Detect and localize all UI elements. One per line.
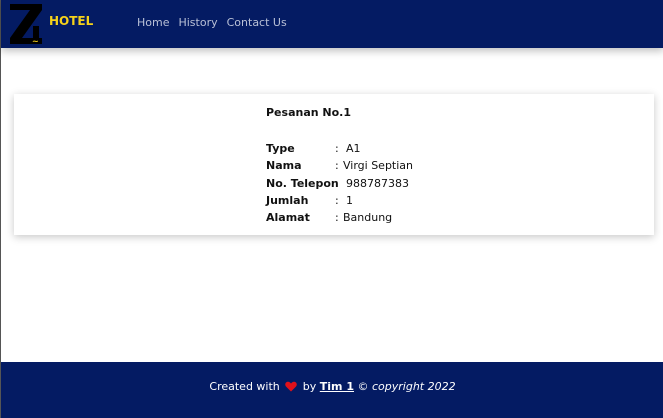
detail-row-alamat: Alamat : Bandung xyxy=(266,209,413,226)
nav-link-contact-us[interactable]: Contact Us xyxy=(227,16,287,29)
heart-icon xyxy=(285,381,298,392)
detail-label: Nama xyxy=(266,159,302,173)
brand-name[interactable]: HOTEL xyxy=(49,14,93,28)
detail-value: 1 xyxy=(346,194,353,208)
detail-value: 988787383 xyxy=(346,176,409,190)
navbar: ~ HOTEL Home History Contact Us xyxy=(1,0,663,48)
order-title: Pesanan No.1 xyxy=(266,106,352,119)
detail-label: Jumlah xyxy=(266,194,309,208)
team-link[interactable]: Tim 1 xyxy=(320,380,354,393)
detail-value: Virgi Septian xyxy=(343,159,414,173)
detail-row-nama: Nama : Virgi Septian xyxy=(266,157,413,174)
nav-link-home[interactable]: Home xyxy=(137,16,169,29)
order-details: Type : A1 Nama : Virgi Septian No. Telep… xyxy=(266,140,413,226)
detail-value: Bandung xyxy=(343,211,393,225)
detail-value: A1 xyxy=(346,142,361,156)
svg-text:~: ~ xyxy=(32,37,39,44)
detail-row-jumlah: Jumlah : 1 xyxy=(266,192,413,209)
detail-colon: : xyxy=(335,176,339,190)
hotel-logo-icon[interactable]: ~ xyxy=(9,2,43,44)
detail-label: No. Telepon xyxy=(266,176,339,190)
footer-by: by xyxy=(302,380,317,393)
detail-colon: : xyxy=(335,211,339,225)
detail-label: Alamat xyxy=(266,211,310,225)
detail-row-telepon: No. Telepon : 988787383 xyxy=(266,175,413,192)
detail-row-type: Type : A1 xyxy=(266,140,413,157)
detail-colon: : xyxy=(335,142,339,156)
detail-colon: : xyxy=(335,194,339,208)
footer-copyright: © copyright 2022 xyxy=(357,380,456,393)
footer: Created with by Tim 1 © copyright 2022 xyxy=(1,362,663,418)
nav-links: Home History Contact Us xyxy=(137,16,287,29)
footer-credit: Created with by Tim 1 © copyright 2022 xyxy=(1,380,663,393)
nav-link-history[interactable]: History xyxy=(178,16,217,29)
order-card: Pesanan No.1 Type : A1 Nama : Virgi Sept… xyxy=(14,94,654,235)
detail-label: Type xyxy=(266,142,295,156)
detail-colon: : xyxy=(335,159,339,173)
footer-created-with: Created with xyxy=(209,380,280,393)
